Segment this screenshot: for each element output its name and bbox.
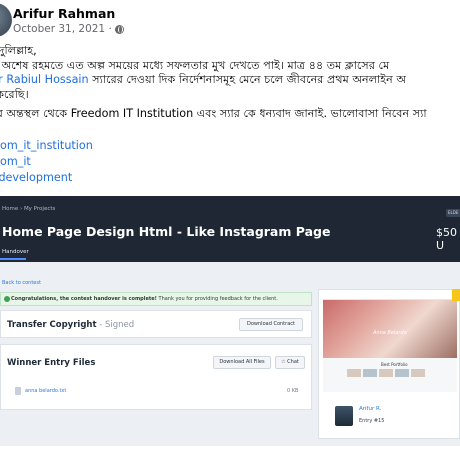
post-body: যমদুলিল্লাহ, হর অশেষ রহমতে এত অল্প সময়ে… — [0, 44, 460, 122]
back-to-contest-link: Back to contest — [2, 280, 41, 286]
check-icon — [4, 296, 10, 302]
winner-files-title: Winner Entry Files — [7, 358, 96, 368]
download-contract-button: Download Contract — [239, 318, 303, 331]
winner-name: Arifur R. — [359, 406, 382, 412]
preview-thumb — [379, 369, 393, 377]
file-icon — [15, 387, 21, 395]
author-avatar[interactable] — [0, 3, 12, 37]
preview-image: Anna Belardo Best Portfolio — [323, 294, 457, 392]
breadcrumb: Home › My Projects — [2, 206, 56, 212]
globe-icon — [114, 24, 124, 34]
project-title: Home Page Design Html - Like Instagram P… — [2, 224, 331, 239]
success-alert: Congratulations, the contest handover is… — [0, 292, 312, 306]
entry-preview: Anna Belardo Best Portfolio Arifur R. En… — [318, 289, 460, 439]
project-banner: Home › My Projects Home Page Design Html… — [0, 196, 460, 262]
hashtag-list: edom_it_institution edom_it o_developmen… — [0, 138, 93, 186]
hashtag-link[interactable]: o_development — [0, 170, 93, 186]
post-line: র্ন করেছি। — [0, 87, 29, 101]
price-badge: ELDE — [446, 209, 460, 217]
hashtag-link[interactable]: edom_it — [0, 154, 93, 170]
download-all-button: Download All Files — [213, 356, 271, 369]
winner-entry: Entry #15 — [359, 418, 385, 424]
preview-thumb — [347, 369, 361, 377]
post-line: যমদুলিল্লাহ, — [0, 44, 37, 57]
tab-indicator — [0, 258, 26, 260]
post-line: রের অন্তস্থল থেকে Freedom IT Institution… — [0, 107, 427, 120]
preview-thumb — [395, 369, 409, 377]
file-size: 0 KB — [287, 388, 299, 394]
post-line: হর অশেষ রহমতে এত অল্প সময়ের মধ্যে সফলতা… — [0, 58, 390, 72]
preview-hero — [323, 300, 457, 358]
author-name[interactable]: Arifur Rahman — [13, 6, 115, 21]
preview-thumb — [411, 369, 425, 377]
tab-handover: Handover — [2, 249, 29, 255]
file-link: anna belardo.txt — [25, 388, 67, 394]
winner-files-card: Winner Entry Files Download All Files ☆ … — [0, 344, 312, 410]
post-image[interactable]: Home › My Projects Home Page Design Html… — [0, 196, 460, 446]
mention-link[interactable]: Rtr Rabiul Hossain — [0, 73, 89, 86]
side-tab — [452, 289, 460, 301]
preview-thumb — [363, 369, 377, 377]
project-price: $50 U — [436, 226, 457, 252]
hashtag-link[interactable]: edom_it_institution — [0, 138, 93, 154]
transfer-title: Transfer Copyright - Signed — [7, 320, 135, 330]
post-date[interactable]: October 31, 2021 · — [13, 23, 112, 35]
winner-avatar — [335, 406, 353, 426]
preview-hero-text: Anna Belardo — [373, 330, 407, 336]
post-line: Rtr Rabiul Hossain স্যারের দেওয়া দিক নি… — [0, 73, 460, 88]
transfer-card: Transfer Copyright - Signed Download Con… — [0, 310, 312, 338]
chat-button: ☆ Chat — [275, 356, 305, 369]
preview-subtitle: Best Portfolio — [381, 362, 408, 367]
post-header: Arifur Rahman October 31, 2021 · — [0, 0, 460, 40]
post-meta: October 31, 2021 · — [13, 23, 124, 35]
